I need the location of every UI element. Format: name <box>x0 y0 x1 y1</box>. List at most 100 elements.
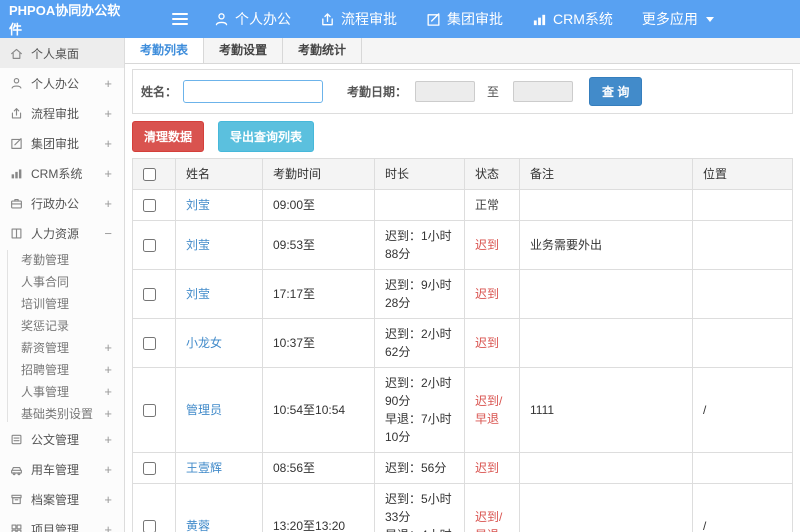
sidebar-item-label: 档案管理 <box>31 492 80 507</box>
sidebar-item-admin-office[interactable]: 行政办公 + <box>0 188 124 218</box>
top-header: PHPOA协同办公软件 个人办公 流程审批 集团审批 CRM系统 更多应用 <box>0 0 800 38</box>
cell-checkbox <box>132 483 176 532</box>
export-list-button[interactable]: 导出查询列表 <box>218 121 315 152</box>
nav-item-more-apps[interactable]: 更多应用 <box>642 9 714 29</box>
row-checkbox[interactable] <box>143 239 156 253</box>
sidebar-subitem-recruitment-management[interactable]: 招聘管理 + <box>0 358 124 380</box>
row-checkbox[interactable] <box>143 462 156 476</box>
row-checkbox[interactable] <box>143 337 156 351</box>
cell-duration: 迟到：2小时62分 <box>374 318 465 368</box>
tab-attendance-statistics[interactable]: 考勤统计 <box>283 38 363 63</box>
cell-note: 业务需要外出 <box>519 220 693 270</box>
nav-item-workflow-approval[interactable]: 流程审批 <box>320 9 397 29</box>
employee-name-link[interactable]: 刘莹 <box>186 198 210 212</box>
sidebar-item-label: 集团审批 <box>31 136 80 151</box>
table-row: 黄蓉 13:20至13:20迟到：5小时33分 早退：4小时67分迟到/早退 / <box>132 483 793 532</box>
employee-name-link[interactable]: 小龙女 <box>186 336 222 350</box>
cell-name: 刘莹 <box>175 189 263 221</box>
action-buttons: 清理数据 导出查询列表 <box>132 121 793 152</box>
nav-item-label: 集团审批 <box>447 11 503 27</box>
employee-name-link[interactable]: 刘莹 <box>186 238 210 252</box>
table-header: 姓名 考勤时间 时长 状态 备注 位置 <box>132 158 793 190</box>
sidebar-subitem-reward-punishment[interactable]: 奖惩记录 <box>0 314 124 336</box>
name-input[interactable] <box>183 80 324 103</box>
nav-item-group-approval[interactable]: 集团审批 <box>426 9 503 29</box>
cell-name: 小龙女 <box>175 318 263 368</box>
cell-location <box>692 452 793 484</box>
sidebar-subitem-personnel-contract[interactable]: 人事合同 <box>0 270 124 292</box>
sidebar-item-label: 用车管理 <box>31 462 80 477</box>
cell-location <box>692 318 793 368</box>
sidebar-item-personal-desktop[interactable]: 个人桌面 <box>0 38 124 68</box>
menu-toggle-icon[interactable] <box>172 10 188 28</box>
table-row: 刘莹 09:00至 正常 <box>132 189 793 221</box>
column-header-name: 姓名 <box>175 158 263 190</box>
sidebar-item-human-resources[interactable]: 人力资源 − <box>0 218 124 248</box>
expand-icon: + <box>104 339 112 355</box>
expand-icon: + <box>104 461 112 477</box>
date-from-input[interactable] <box>415 81 476 102</box>
cell-duration <box>374 189 465 221</box>
cell-name: 刘莹 <box>175 220 263 270</box>
date-to-input[interactable] <box>513 81 574 102</box>
expand-icon: + <box>104 105 112 121</box>
employee-name-link[interactable]: 管理员 <box>186 403 222 417</box>
select-all-cell <box>132 158 176 190</box>
employee-name-link[interactable]: 黄蓉 <box>186 519 210 532</box>
column-header-location: 位置 <box>692 158 793 190</box>
cell-name: 刘莹 <box>175 269 263 319</box>
sidebar-subitem-attendance-management[interactable]: 考勤管理 <box>0 248 124 270</box>
date-label: 考勤日期： <box>347 85 408 99</box>
expand-icon: + <box>104 165 112 181</box>
cell-status: 迟到 <box>464 269 520 319</box>
row-checkbox[interactable] <box>143 520 156 532</box>
row-checkbox[interactable] <box>143 199 156 213</box>
table-row: 刘莹 09:53至 迟到：1小时88分 迟到 业务需要外出 <box>132 220 793 270</box>
employee-name-link[interactable]: 刘莹 <box>186 287 210 301</box>
chart-icon <box>532 12 547 27</box>
main-content: 考勤列表 考勤设置 考勤统计 姓名： 考勤日期： 至 查 询 清理数据 导出查询列表… <box>125 38 800 532</box>
tab-attendance-list[interactable]: 考勤列表 <box>125 38 205 63</box>
cell-duration: 迟到：5小时33分 早退：4小时67分 <box>374 483 465 532</box>
sidebar-subitem-salary-management[interactable]: 薪资管理 + <box>0 336 124 358</box>
row-checkbox[interactable] <box>143 288 156 302</box>
sidebar-item-vehicle-management[interactable]: 用车管理 + <box>0 454 124 484</box>
collapse-icon: − <box>104 225 112 241</box>
clear-data-button[interactable]: 清理数据 <box>132 121 205 152</box>
employee-name-link[interactable]: 王壹辉 <box>186 461 222 475</box>
edit-icon <box>10 137 23 150</box>
table-row: 王壹辉 08:56至 迟到：56分 迟到 <box>132 452 793 484</box>
sidebar-item-label: 项目管理 <box>31 522 80 532</box>
row-checkbox[interactable] <box>143 404 156 418</box>
nav-item-personal-office[interactable]: 个人办公 <box>214 9 291 29</box>
cell-checkbox <box>132 220 176 270</box>
cell-time: 10:54至10:54 <box>262 367 375 453</box>
expand-icon: + <box>104 405 112 421</box>
sidebar-item-workflow-approval[interactable]: 流程审批 + <box>0 98 124 128</box>
sidebar-subitem-label: 奖惩记录 <box>21 318 70 333</box>
cell-note <box>519 189 693 221</box>
column-header-duration: 时长 <box>374 158 465 190</box>
sidebar-item-project-management[interactable]: 项目管理 + <box>0 514 124 532</box>
select-all-checkbox[interactable] <box>143 168 156 182</box>
name-label: 姓名： <box>141 85 178 99</box>
tab-attendance-settings[interactable]: 考勤设置 <box>204 38 284 63</box>
nav-item-crm-system[interactable]: CRM系统 <box>532 9 613 29</box>
sidebar-item-personal-office[interactable]: 个人办公 + <box>0 68 124 98</box>
query-button[interactable]: 查 询 <box>589 77 643 106</box>
expand-icon: + <box>104 195 112 211</box>
sidebar-item-group-approval[interactable]: 集团审批 + <box>0 128 124 158</box>
sidebar-item-document-management[interactable]: 公文管理 + <box>0 424 124 454</box>
sidebar-subitem-basic-category-settings[interactable]: 基础类别设置 + <box>0 402 124 424</box>
sidebar-subitem-training-management[interactable]: 培训管理 <box>0 292 124 314</box>
user-icon <box>214 12 229 27</box>
cell-note: 1111 <box>519 367 693 453</box>
cell-checkbox <box>132 269 176 319</box>
sidebar-subitem-label: 基础类别设置 <box>21 406 94 421</box>
cell-status: 迟到 <box>464 452 520 484</box>
sidebar-item-crm-system[interactable]: CRM系统 + <box>0 158 124 188</box>
sidebar-item-archive-management[interactable]: 档案管理 + <box>0 484 124 514</box>
nav-item-label: 更多应用 <box>641 11 698 27</box>
sidebar-item-label: 人力资源 <box>31 226 80 241</box>
sidebar-subitem-personnel-management[interactable]: 人事管理 + <box>0 380 124 402</box>
